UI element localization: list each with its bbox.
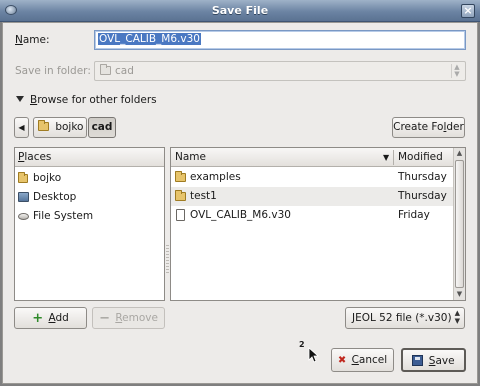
- add-icon: +: [32, 311, 44, 326]
- path-back-button[interactable]: ◀: [14, 117, 29, 138]
- files-header: Name ▼ Modified: [171, 148, 453, 167]
- add-bookmark-button[interactable]: + Add: [14, 307, 87, 329]
- file-row[interactable]: examples Thursday: [171, 168, 454, 187]
- file-row[interactable]: OVL_CALIB_M6.v30 Friday: [171, 206, 454, 225]
- save-in-folder-label: Save in folder:: [15, 65, 91, 77]
- save-dialog: Name: OVL_CALIB_M6.v30 Save in folder: c…: [2, 22, 478, 384]
- file-modified: Thursday: [398, 171, 447, 183]
- remove-icon: −: [99, 311, 110, 326]
- scroll-down-icon[interactable]: ▼: [454, 289, 465, 300]
- pane-resize-handle[interactable]: [166, 245, 169, 275]
- files-scrollbar[interactable]: ▲ ▼: [453, 148, 465, 300]
- mouse-pointer-icon: [308, 347, 320, 363]
- path-segment-cad[interactable]: cad: [88, 117, 116, 138]
- floppy-icon: [412, 355, 424, 366]
- save-in-folder-value: cad: [115, 65, 134, 77]
- desktop-icon: [18, 192, 29, 202]
- name-input-value: OVL_CALIB_M6.v30: [98, 33, 201, 45]
- path-segment-label: bojko: [55, 121, 84, 133]
- remove-bookmark-button: − Remove: [92, 307, 165, 329]
- cursor-badge: 2: [299, 340, 305, 349]
- file-modified: Friday: [398, 209, 430, 221]
- places-item-filesystem[interactable]: File System: [15, 207, 164, 226]
- create-folder-button[interactable]: Create Folder: [392, 117, 465, 138]
- places-header[interactable]: Places: [15, 148, 164, 167]
- places-item-label: Desktop: [33, 191, 77, 203]
- files-pane: Name ▼ Modified examples Thursday test1 …: [170, 147, 466, 301]
- places-item-home[interactable]: bojko: [15, 169, 164, 188]
- drive-icon: [18, 213, 29, 220]
- window-title: Save File: [211, 4, 269, 17]
- title-bar: Save File ×: [0, 0, 480, 22]
- combo-spin-icon: ▲ ▼: [451, 64, 462, 78]
- places-item-label: File System: [33, 210, 94, 222]
- column-separator: [393, 150, 394, 165]
- home-folder-icon: [18, 172, 28, 183]
- file-row[interactable]: test1 Thursday: [171, 187, 454, 206]
- name-label: Name:: [15, 34, 50, 46]
- folder-icon: [175, 190, 186, 201]
- places-item-label: bojko: [33, 172, 62, 184]
- scroll-thumb[interactable]: [455, 160, 464, 288]
- file-name: test1: [190, 190, 217, 202]
- places-header-label: Places: [18, 151, 52, 163]
- path-segment-bojko[interactable]: bojko: [33, 117, 87, 138]
- column-header-modified[interactable]: Modified: [398, 151, 443, 163]
- file-type-filter-value: JEOL 52 file (*.v30): [352, 312, 452, 324]
- file-name: OVL_CALIB_M6.v30: [190, 209, 291, 221]
- save-button[interactable]: Save: [401, 348, 466, 372]
- cancel-icon: ✖: [337, 355, 347, 366]
- file-icon: [176, 209, 185, 221]
- column-header-name[interactable]: Name: [175, 151, 206, 163]
- file-type-filter[interactable]: JEOL 52 file (*.v30) ▲ ▼: [345, 307, 465, 329]
- save-label: Save: [428, 355, 455, 367]
- cancel-label: Cancel: [351, 354, 388, 366]
- save-in-folder-combo: cad ▲ ▼: [94, 61, 466, 81]
- file-modified: Thursday: [398, 190, 447, 202]
- cancel-button[interactable]: ✖ Cancel: [331, 348, 394, 372]
- scroll-up-icon[interactable]: ▲: [454, 148, 465, 159]
- file-name: examples: [190, 171, 241, 183]
- add-label: Add: [48, 312, 69, 324]
- home-folder-icon: [38, 120, 49, 131]
- folder-icon: [175, 171, 186, 182]
- close-button[interactable]: ×: [461, 4, 475, 18]
- places-pane: Places bojko Desktop File System: [14, 147, 165, 301]
- expander-arrow-icon: [16, 96, 24, 102]
- remove-label: Remove: [115, 312, 158, 324]
- name-input[interactable]: OVL_CALIB_M6.v30: [94, 30, 466, 50]
- sort-arrow-icon: ▼: [383, 153, 390, 162]
- browse-expander[interactable]: Browse for other folders: [16, 94, 157, 106]
- places-item-desktop[interactable]: Desktop: [15, 188, 164, 207]
- folder-icon: [100, 64, 111, 75]
- combo-spin-icon: ▲ ▼: [454, 309, 460, 325]
